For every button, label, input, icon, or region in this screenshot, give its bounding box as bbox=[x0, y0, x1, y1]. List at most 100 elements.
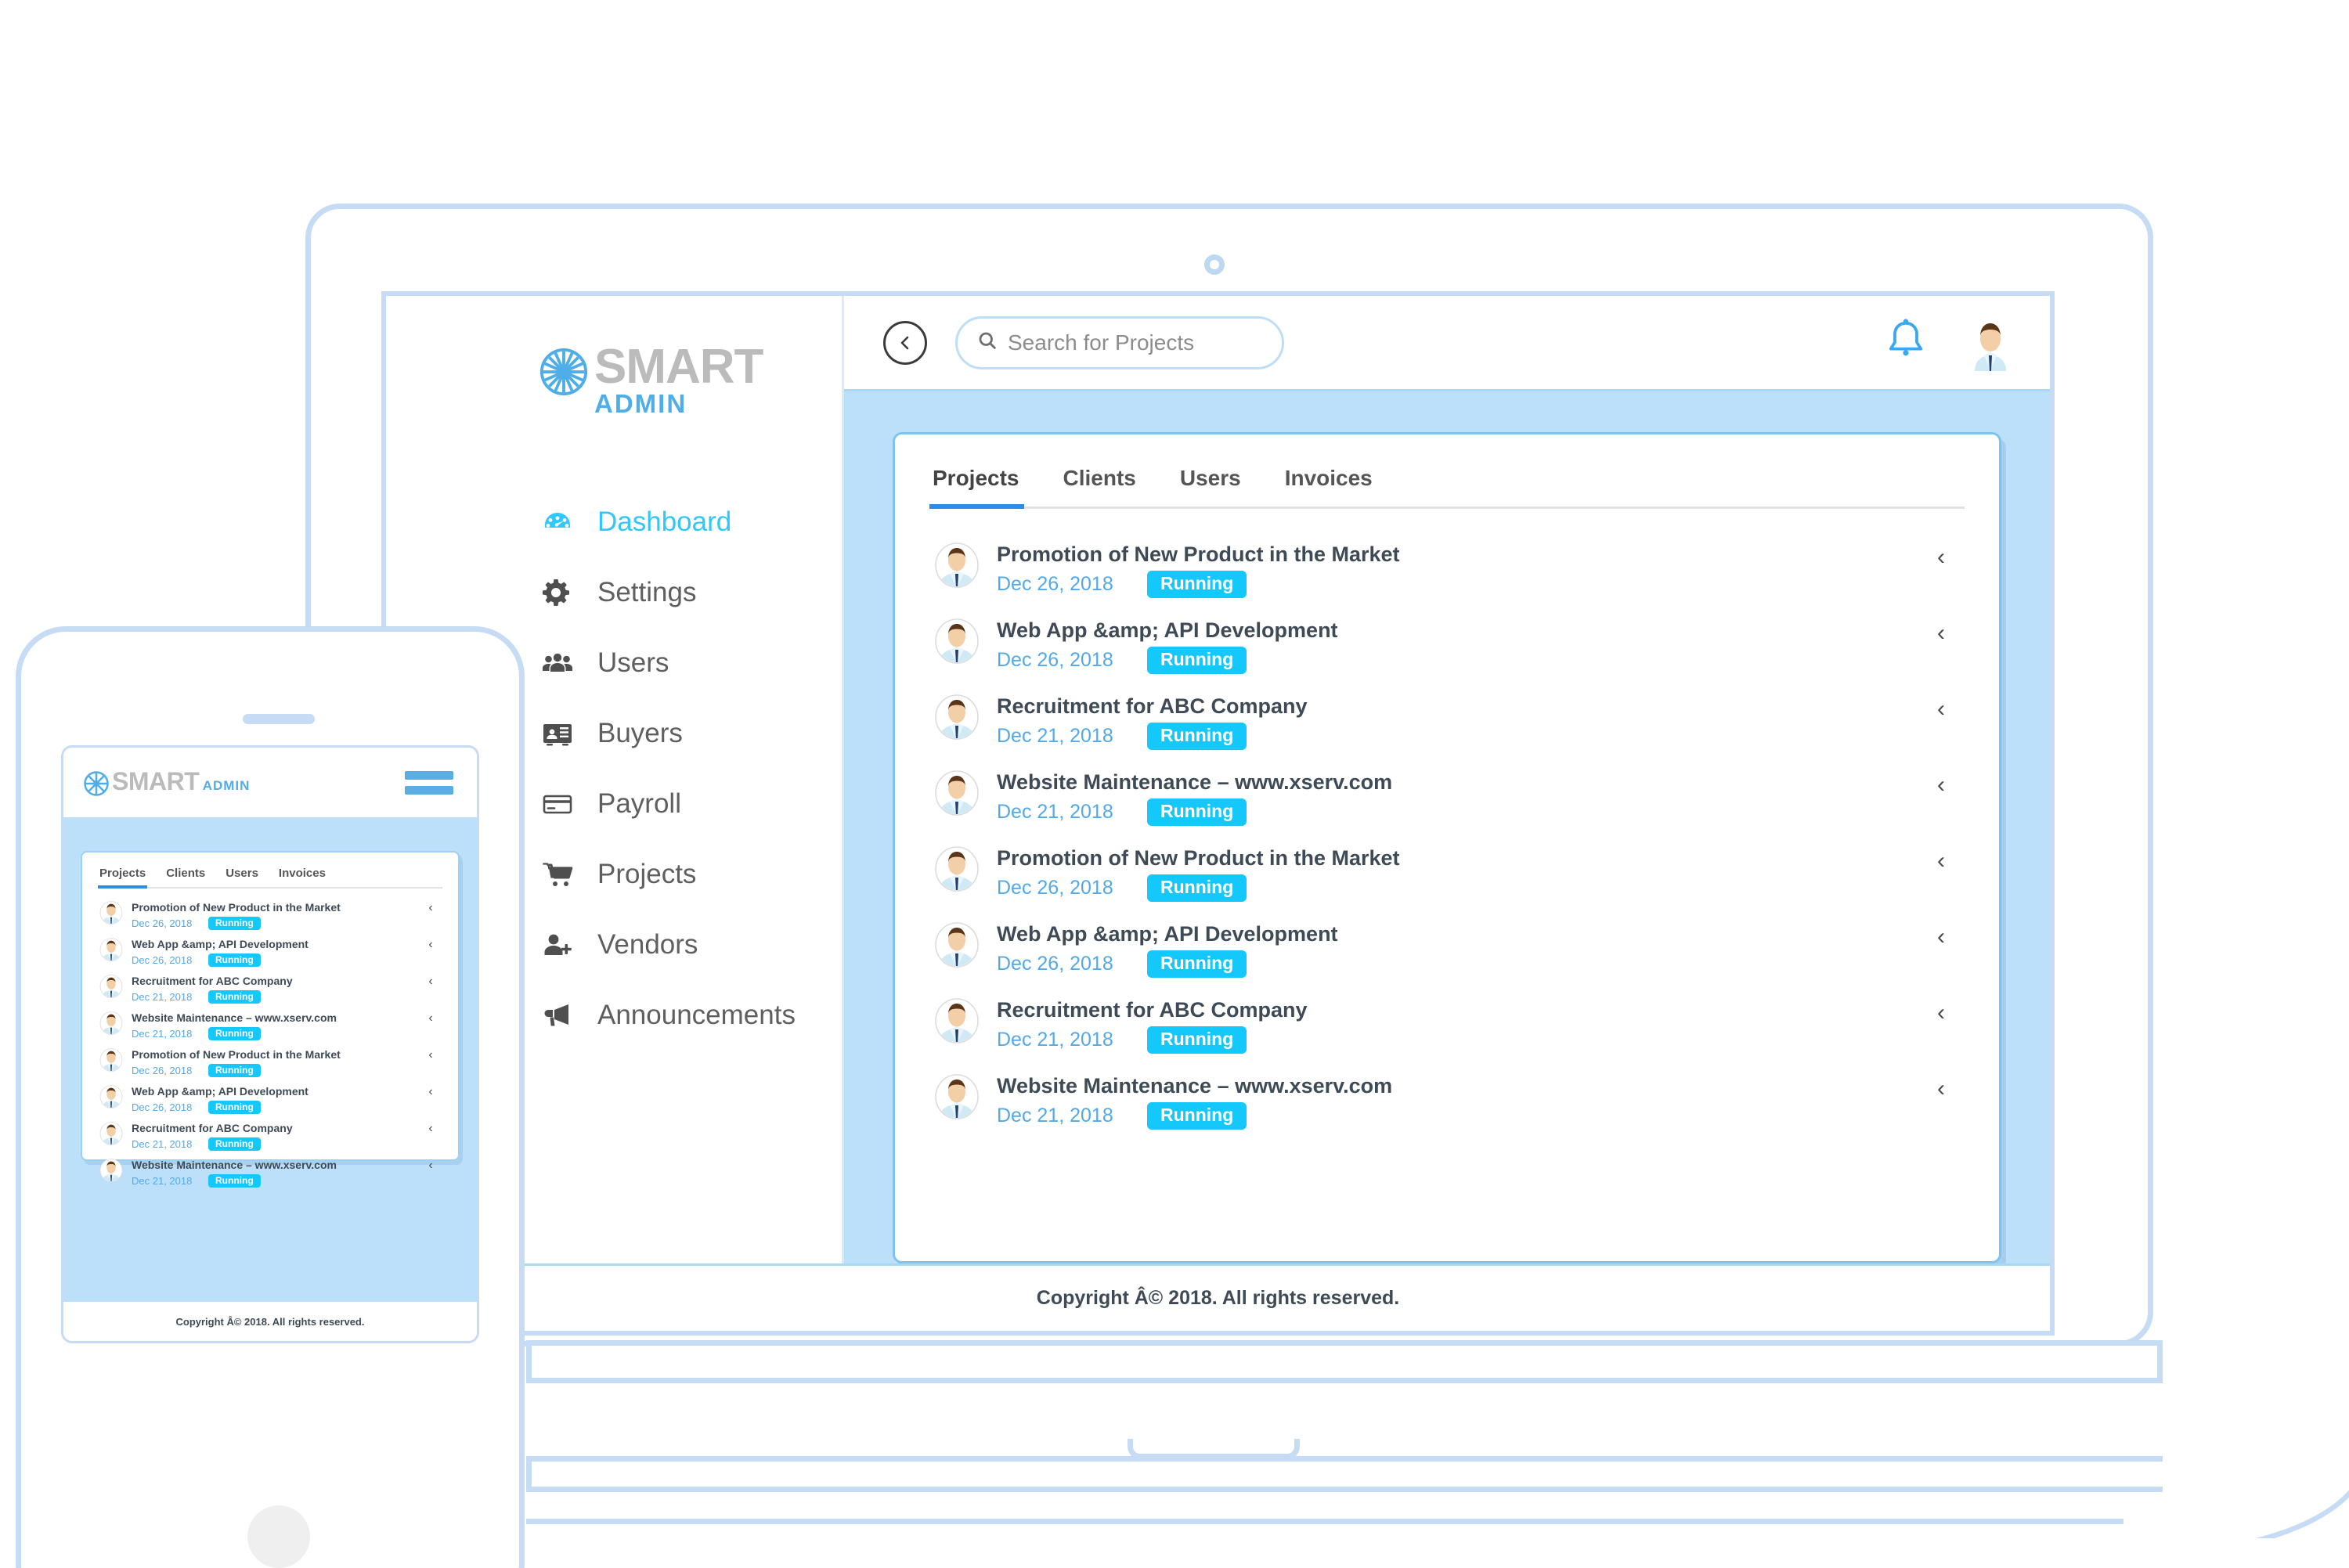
status-badge: Running bbox=[1147, 798, 1247, 826]
tab-clients[interactable]: Clients bbox=[156, 867, 215, 887]
sidebar-item-vendors[interactable]: Vendors bbox=[539, 910, 842, 980]
main-column: Projects Clients Users Invoices Promotio… bbox=[844, 296, 2050, 1263]
bullhorn-icon bbox=[539, 997, 576, 1033]
project-list-item[interactable]: Recruitment for ABC CompanyDec 21, 2018R… bbox=[929, 988, 1965, 1064]
status-badge: Running bbox=[1147, 1102, 1247, 1130]
project-info: Recruitment for ABC CompanyDec 21, 2018R… bbox=[997, 998, 1918, 1054]
project-meta: Dec 26, 2018Running bbox=[997, 571, 1918, 598]
mobile-app-logo[interactable]: SMART ADMIN bbox=[84, 770, 250, 796]
chevron-left-circle-icon[interactable] bbox=[883, 321, 927, 365]
mobile-projects-card: Projects Clients Users Invoices Promotio… bbox=[81, 851, 460, 1161]
project-meta: Dec 26, 2018Running bbox=[132, 953, 419, 967]
status-badge: Running bbox=[1147, 723, 1247, 750]
search-box[interactable] bbox=[955, 316, 1284, 369]
project-meta: Dec 26, 2018Running bbox=[997, 874, 1918, 902]
project-meta: Dec 21, 2018Running bbox=[132, 990, 419, 1004]
status-badge: Running bbox=[1147, 647, 1247, 674]
mobile-tab-bar: Projects Clients Users Invoices bbox=[98, 867, 442, 889]
project-date: Dec 21, 2018 bbox=[132, 1138, 208, 1150]
project-list-item[interactable]: Website Maintenance – www.xserv.comDec 2… bbox=[929, 1064, 1965, 1140]
sidebar-item-dashboard[interactable]: Dashboard bbox=[539, 487, 842, 557]
tab-clients[interactable]: Clients bbox=[1041, 466, 1158, 506]
sidebar-item-payroll[interactable]: Payroll bbox=[539, 769, 842, 839]
sidebar-item-label: Dashboard bbox=[597, 506, 731, 538]
sidebar-item-projects[interactable]: Projects bbox=[539, 839, 842, 910]
avatar bbox=[934, 694, 980, 740]
project-title: Web App &amp; API Development bbox=[132, 1085, 309, 1098]
status-badge: Running bbox=[1147, 874, 1247, 902]
sidebar-item-users[interactable]: Users bbox=[539, 628, 842, 698]
project-list-item[interactable]: Promotion of New Product in the MarketDe… bbox=[98, 897, 442, 934]
logo-secondary-text: ADMIN bbox=[203, 778, 251, 793]
project-date: Dec 26, 2018 bbox=[132, 954, 208, 966]
phone-home-button[interactable] bbox=[247, 1505, 310, 1568]
project-meta: Dec 26, 2018Running bbox=[132, 1064, 419, 1077]
projects-card: Projects Clients Users Invoices Promotio… bbox=[893, 432, 2001, 1263]
projects-list: Promotion of New Product in the MarketDe… bbox=[929, 509, 1965, 1140]
chevron-left-icon[interactable]: ‹ bbox=[1918, 922, 1965, 950]
search-icon bbox=[976, 330, 998, 355]
gear-icon bbox=[539, 575, 576, 611]
logo-secondary-text: ADMIN bbox=[594, 389, 687, 418]
project-info: Website Maintenance – www.xserv.comDec 2… bbox=[132, 1011, 419, 1040]
project-list-item[interactable]: Promotion of New Product in the MarketDe… bbox=[98, 1044, 442, 1081]
chevron-left-icon[interactable]: ‹ bbox=[419, 901, 442, 915]
chevron-left-icon[interactable]: ‹ bbox=[1918, 846, 1965, 874]
burger-line bbox=[405, 786, 453, 795]
chevron-left-icon[interactable]: ‹ bbox=[1918, 542, 1965, 571]
project-list-item[interactable]: Recruitment for ABC CompanyDec 21, 2018R… bbox=[98, 1118, 442, 1155]
avatar bbox=[99, 975, 123, 998]
users-group-icon bbox=[539, 645, 576, 681]
user-avatar-icon[interactable] bbox=[1962, 315, 2019, 371]
chevron-left-icon[interactable]: ‹ bbox=[1918, 770, 1965, 798]
search-input[interactable] bbox=[1008, 330, 1263, 355]
project-list-item[interactable]: Recruitment for ABC CompanyDec 21, 2018R… bbox=[929, 684, 1965, 760]
project-list-item[interactable]: Web App &amp; API DevelopmentDec 26, 201… bbox=[98, 934, 442, 971]
tab-projects[interactable]: Projects bbox=[98, 867, 156, 887]
chevron-left-icon[interactable]: ‹ bbox=[419, 975, 442, 989]
project-date: Dec 26, 2018 bbox=[997, 649, 1147, 672]
project-list-item[interactable]: Web App &amp; API Development Dec 26, 201… bbox=[929, 608, 1965, 684]
project-list-item[interactable]: Promotion of New Product in the MarketDe… bbox=[929, 836, 1965, 912]
chevron-left-icon[interactable]: ‹ bbox=[1918, 1074, 1965, 1102]
chevron-left-icon[interactable]: ‹ bbox=[1918, 618, 1965, 647]
project-list-item[interactable]: Web App &amp; API DevelopmentDec 26, 201… bbox=[98, 1081, 442, 1118]
chevron-left-icon[interactable]: ‹ bbox=[419, 1048, 442, 1062]
app-logo[interactable]: SMART ADMIN bbox=[386, 344, 842, 416]
project-list-item[interactable]: Website Maintenance – www.xserv.comDec 2… bbox=[98, 1007, 442, 1044]
tab-invoices[interactable]: Invoices bbox=[269, 867, 336, 887]
mobile-content-area: Projects Clients Users Invoices Promotio… bbox=[63, 820, 477, 1300]
hamburger-menu-icon[interactable] bbox=[405, 771, 453, 795]
asterisk-burst-icon bbox=[84, 771, 109, 796]
tab-users[interactable]: Users bbox=[215, 867, 269, 887]
phone-speaker bbox=[243, 714, 315, 724]
sidebar-item-settings[interactable]: Settings bbox=[539, 557, 842, 628]
status-badge: Running bbox=[208, 917, 261, 930]
tab-invoices[interactable]: Invoices bbox=[1263, 466, 1395, 506]
project-list-item[interactable]: Web App &amp; API DevelopmentDec 26, 201… bbox=[929, 912, 1965, 988]
chevron-left-icon[interactable]: ‹ bbox=[419, 1011, 442, 1026]
copyright-text: Copyright Â© 2018. All rights reserved. bbox=[1037, 1287, 1399, 1310]
project-list-item[interactable]: Recruitment for ABC CompanyDec 21, 2018R… bbox=[98, 971, 442, 1007]
tab-projects[interactable]: Projects bbox=[929, 466, 1041, 506]
chevron-left-icon[interactable]: ‹ bbox=[419, 1159, 442, 1173]
sidebar-item-announcements[interactable]: Announcements bbox=[539, 980, 842, 1051]
project-list-item[interactable]: Website Maintenance – www.xserv.comDec 2… bbox=[98, 1155, 442, 1191]
id-card-icon bbox=[539, 716, 576, 752]
project-meta: Dec 21, 2018Running bbox=[997, 798, 1918, 826]
chevron-left-icon[interactable]: ‹ bbox=[1918, 694, 1965, 723]
chevron-left-icon[interactable]: ‹ bbox=[419, 938, 442, 952]
logo-primary-text: SMART bbox=[594, 340, 763, 394]
sidebar-item-buyers[interactable]: Buyers bbox=[539, 698, 842, 769]
project-title: Web App &amp; API Development bbox=[997, 618, 1338, 642]
bell-icon[interactable] bbox=[1885, 318, 1926, 367]
tab-users[interactable]: Users bbox=[1158, 466, 1263, 506]
asterisk-burst-icon bbox=[539, 348, 588, 396]
chevron-left-icon[interactable]: ‹ bbox=[1918, 998, 1965, 1026]
status-badge: Running bbox=[1147, 1026, 1247, 1054]
project-list-item[interactable]: Promotion of New Product in the MarketDe… bbox=[929, 532, 1965, 608]
project-list-item[interactable]: Website Maintenance – www.xserv.comDec 2… bbox=[929, 760, 1965, 836]
chevron-left-icon[interactable]: ‹ bbox=[419, 1085, 442, 1099]
status-badge: Running bbox=[208, 990, 261, 1004]
chevron-left-icon[interactable]: ‹ bbox=[419, 1122, 442, 1136]
